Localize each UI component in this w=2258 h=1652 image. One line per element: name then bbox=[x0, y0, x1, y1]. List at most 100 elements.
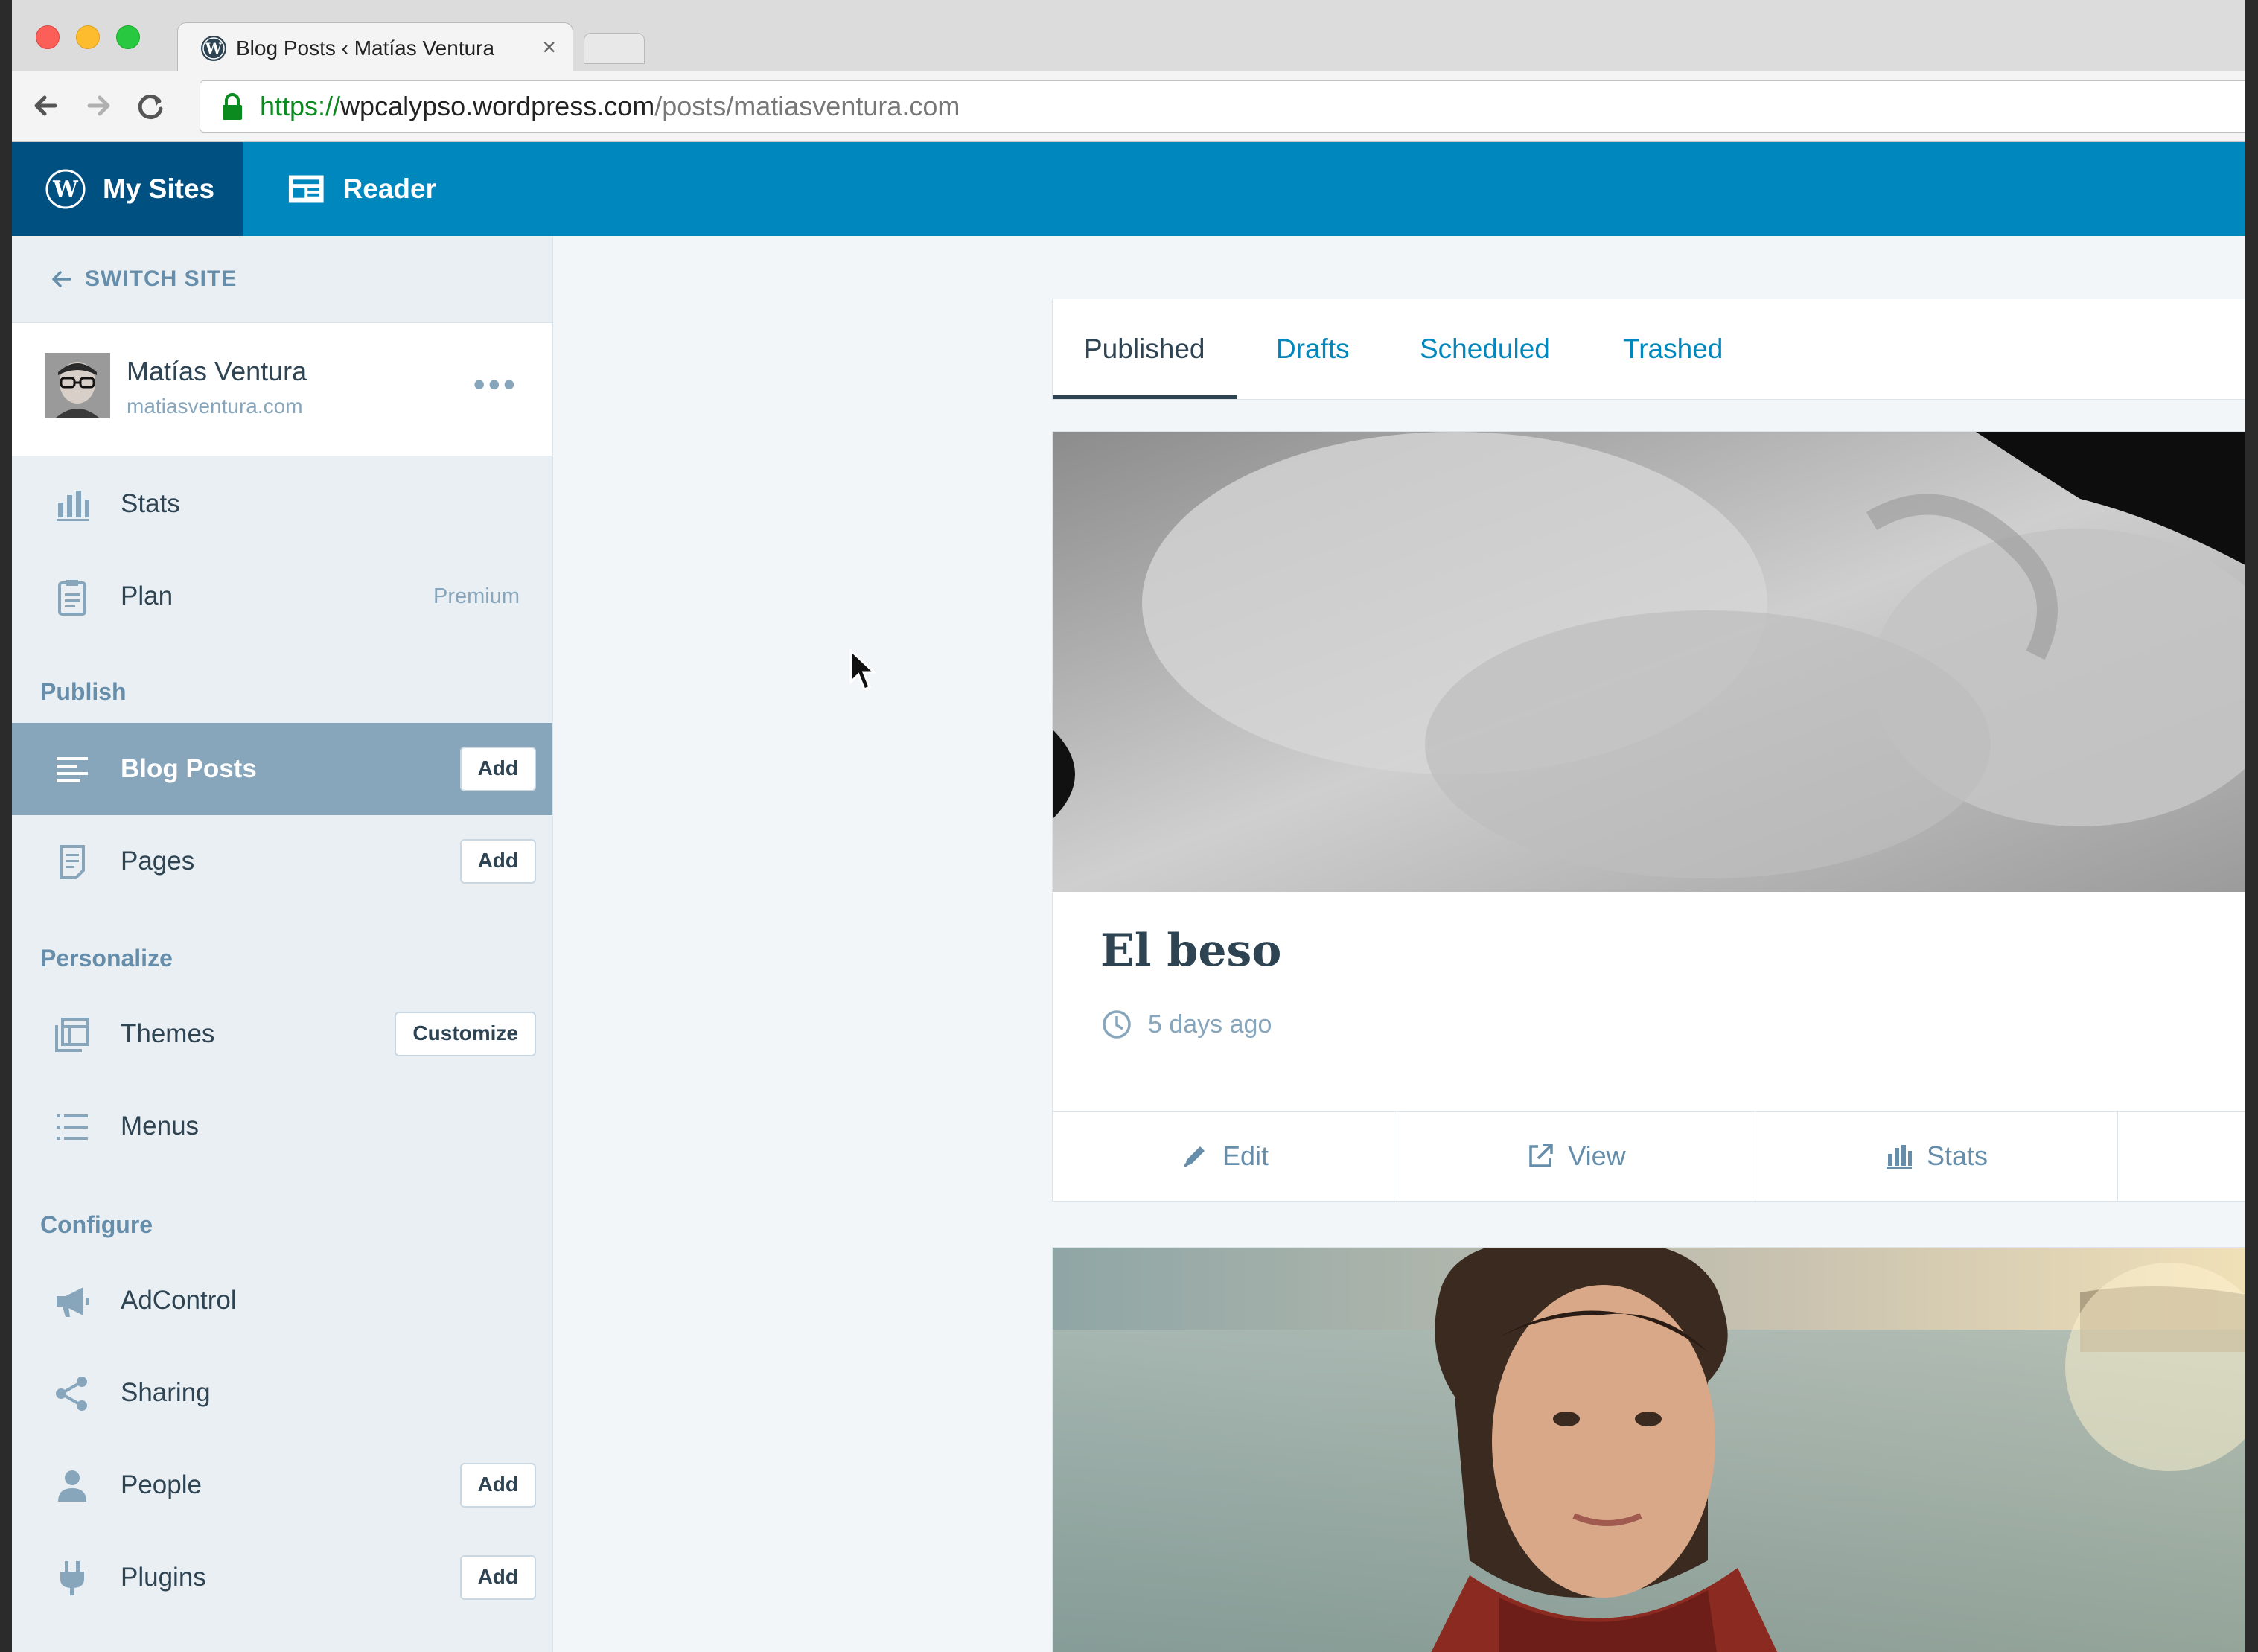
mouse-cursor-icon bbox=[849, 649, 877, 691]
post-stats-button[interactable]: Stats bbox=[1755, 1112, 2118, 1201]
external-link-icon bbox=[1529, 1144, 1554, 1167]
tab-published[interactable]: Published bbox=[1053, 299, 1237, 399]
wordpress-logo-icon: W bbox=[45, 169, 86, 209]
browser-tab-title: Blog Posts ‹ Matías Ventura bbox=[236, 36, 495, 60]
site-more-options-icon[interactable]: ••• bbox=[473, 367, 518, 401]
site-url: matiasventura.com bbox=[127, 395, 303, 418]
tab-scheduled[interactable]: Scheduled bbox=[1420, 299, 1550, 399]
sidebar-item-plan[interactable]: Plan Premium bbox=[12, 550, 552, 642]
sidebar-item-label: Stats bbox=[121, 489, 180, 518]
main-content: Published Drafts Scheduled Trashed El be… bbox=[553, 236, 2245, 1652]
sidebar-item-label: Menus bbox=[121, 1112, 200, 1141]
add-blog-post-button[interactable]: Add bbox=[459, 747, 536, 791]
reader-button[interactable]: Reader bbox=[243, 142, 436, 236]
megaphone-icon bbox=[57, 1287, 89, 1317]
view-post-button[interactable]: View bbox=[1397, 1112, 1755, 1201]
edit-post-button[interactable]: Edit bbox=[1053, 1112, 1397, 1201]
plan-tag: Premium bbox=[433, 584, 520, 608]
trash-post-button[interactable] bbox=[2118, 1112, 2245, 1201]
browser-toolbar: https://wpcalypso.wordpress.com/posts/ma… bbox=[12, 71, 2245, 142]
posts-icon bbox=[57, 757, 88, 782]
themes-icon bbox=[55, 1018, 89, 1052]
sidebar-item-menus[interactable]: Menus bbox=[12, 1080, 552, 1173]
tab-close-icon[interactable]: × bbox=[542, 34, 556, 60]
edit-label: Edit bbox=[1222, 1141, 1269, 1171]
post-meta: 5 days ago bbox=[1102, 1010, 1272, 1039]
url-protocol: https:// bbox=[260, 91, 341, 121]
plug-icon bbox=[60, 1561, 84, 1595]
add-person-button[interactable]: Add bbox=[459, 1463, 536, 1508]
browser-tab-active[interactable]: W Blog Posts ‹ Matías Ventura × bbox=[177, 22, 573, 72]
share-icon bbox=[56, 1377, 87, 1411]
address-url: https://wpcalypso.wordpress.com/posts/ma… bbox=[260, 92, 960, 121]
sidebar-item-adcontrol[interactable]: AdControl bbox=[12, 1254, 552, 1347]
current-site-card[interactable]: Matías Ventura matiasventura.com ••• bbox=[12, 322, 552, 456]
sidebar-item-label: Plugins bbox=[121, 1563, 206, 1592]
add-plugin-button[interactable]: Add bbox=[459, 1555, 536, 1600]
sidebar-item-label: Blog Posts bbox=[121, 754, 257, 783]
sidebar-item-label: AdControl bbox=[121, 1286, 237, 1315]
zoom-window-button[interactable] bbox=[116, 25, 140, 49]
customize-button[interactable]: Customize bbox=[395, 1012, 536, 1056]
sidebar-item-label: Themes bbox=[121, 1019, 215, 1048]
sidebar-item-label: Plan bbox=[121, 581, 173, 610]
stats-icon bbox=[57, 491, 89, 521]
switch-site-link[interactable]: SWITCH SITE bbox=[12, 236, 552, 322]
post-card bbox=[1052, 1247, 2245, 1652]
add-page-button[interactable]: Add bbox=[459, 839, 536, 884]
site-name: Matías Ventura bbox=[127, 356, 307, 386]
page-icon bbox=[60, 845, 85, 879]
post-actions-bar: Edit View Stats bbox=[1053, 1111, 2245, 1201]
clock-icon bbox=[1103, 1010, 1131, 1039]
post-card: El beso 5 days ago Edit View Stats bbox=[1052, 431, 2245, 1202]
post-status-tabs: Published Drafts Scheduled Trashed bbox=[1052, 299, 2245, 400]
sidebar-item-themes[interactable]: Themes Customize bbox=[12, 988, 552, 1080]
stats-icon bbox=[1886, 1145, 1912, 1169]
sidebar-item-plugins[interactable]: Plugins Add bbox=[12, 1531, 552, 1624]
sidebar-item-label: People bbox=[121, 1470, 202, 1499]
arrow-left-icon bbox=[52, 271, 71, 287]
my-sites-button[interactable]: W My Sites bbox=[12, 142, 243, 236]
view-label: View bbox=[1568, 1141, 1626, 1171]
reader-icon bbox=[288, 175, 324, 203]
sidebar-item-label: Sharing bbox=[121, 1378, 211, 1407]
back-arrow-icon[interactable] bbox=[25, 85, 67, 127]
person-icon bbox=[58, 1470, 86, 1502]
address-bar[interactable]: https://wpcalypso.wordpress.com/posts/ma… bbox=[200, 80, 2245, 133]
post-featured-image[interactable] bbox=[1053, 1248, 2245, 1652]
section-heading-configure: Configure bbox=[40, 1211, 153, 1238]
close-window-button[interactable] bbox=[36, 25, 60, 49]
sidebar-item-people[interactable]: People Add bbox=[12, 1439, 552, 1531]
my-sites-label: My Sites bbox=[103, 173, 215, 204]
forward-arrow-icon[interactable] bbox=[77, 85, 119, 127]
post-time[interactable]: 5 days ago bbox=[1148, 1010, 1272, 1039]
sidebar-item-label: Pages bbox=[121, 846, 195, 876]
sidebar-item-pages[interactable]: Pages Add bbox=[12, 815, 552, 908]
sidebar-item-blog-posts[interactable]: Blog Posts Add bbox=[12, 723, 552, 815]
tab-drafts[interactable]: Drafts bbox=[1276, 299, 1350, 399]
clipboard-icon bbox=[58, 580, 86, 616]
pencil-icon bbox=[1183, 1146, 1205, 1167]
svg-text:W: W bbox=[205, 39, 223, 57]
switch-site-label: SWITCH SITE bbox=[85, 267, 237, 291]
url-host: wpcalypso.wordpress.com bbox=[340, 91, 655, 121]
stats-label: Stats bbox=[1926, 1141, 1988, 1171]
reload-icon[interactable] bbox=[130, 85, 171, 127]
sidebar-item-sharing[interactable]: Sharing bbox=[12, 1347, 552, 1439]
url-path: /posts/matiasventura.com bbox=[654, 91, 960, 121]
masterbar: W My Sites Reader bbox=[12, 142, 2245, 236]
minimize-window-button[interactable] bbox=[76, 25, 100, 49]
wordpress-favicon-icon: W bbox=[201, 36, 226, 61]
post-title[interactable]: El beso bbox=[1100, 925, 1281, 977]
section-heading-personalize: Personalize bbox=[40, 945, 173, 972]
sidebar-item-stats[interactable]: Stats bbox=[12, 458, 552, 550]
sidebar: SWITCH SITE Matías Ventura matiasventura… bbox=[12, 236, 554, 1652]
section-heading-publish: Publish bbox=[40, 678, 127, 705]
reader-label: Reader bbox=[342, 173, 436, 204]
tab-trashed[interactable]: Trashed bbox=[1623, 299, 1723, 399]
browser-tabstrip: W Blog Posts ‹ Matías Ventura × bbox=[12, 0, 2245, 72]
lock-icon bbox=[223, 93, 242, 120]
new-tab-button[interactable] bbox=[584, 33, 645, 64]
browser-window: W Blog Posts ‹ Matías Ventura × https://… bbox=[12, 0, 2245, 1652]
post-featured-image[interactable] bbox=[1053, 432, 2245, 892]
